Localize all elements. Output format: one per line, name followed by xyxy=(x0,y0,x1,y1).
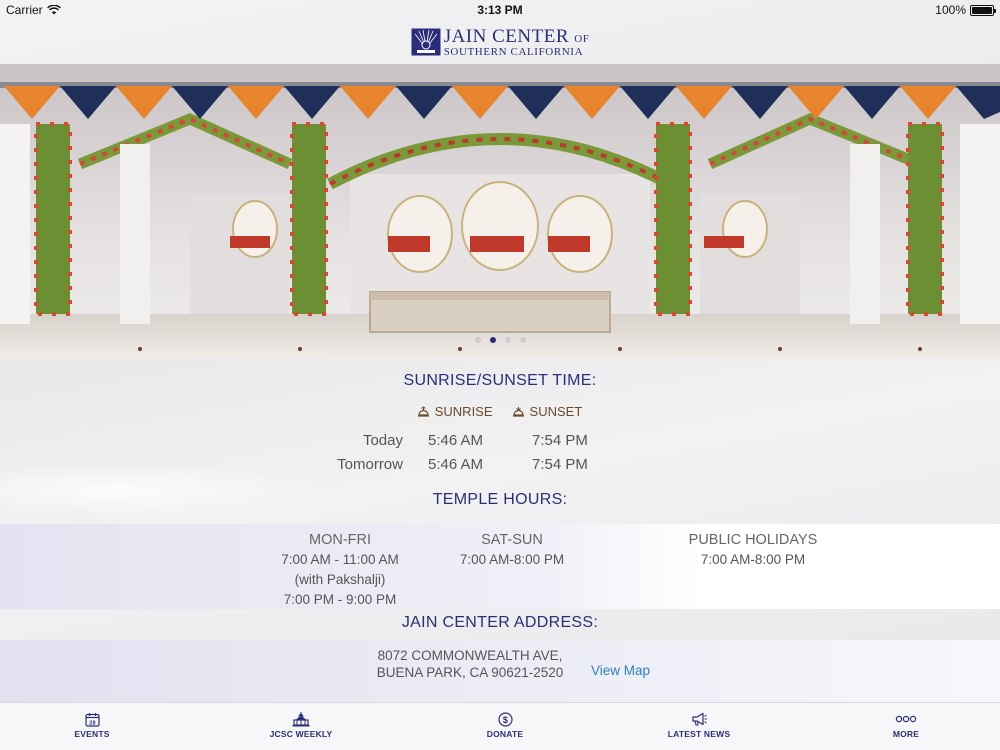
sunrise-legend-label: SUNRISE xyxy=(434,404,493,419)
hours-column-mon-fri: MON-FRI 7:00 AM - 11:00 AM (with Pakshal… xyxy=(260,530,420,610)
carousel-dot[interactable] xyxy=(519,337,526,343)
calendar-icon: 28 xyxy=(84,712,100,727)
address-line2: BUENA PARK, CA 90621-2520 xyxy=(376,665,564,680)
hours-column-heading: PUBLIC HOLIDAYS xyxy=(688,532,818,548)
carousel-dot[interactable] xyxy=(489,337,496,343)
battery-icon xyxy=(970,4,996,16)
sunrise-sunset-title: SUNRISE/SUNSET TIME: xyxy=(403,372,597,389)
carousel-dot[interactable] xyxy=(474,337,481,343)
dollar-icon: $ xyxy=(497,711,513,727)
tab-label: MORE xyxy=(892,729,920,739)
logo-subtitle: SOUTHERN CALIFORNIA xyxy=(443,45,584,58)
carousel-dot[interactable] xyxy=(504,337,511,343)
address-text: 8072 COMMONWEALTH AVE, BUENA PARK, CA 90… xyxy=(340,647,600,681)
sunrise-icon xyxy=(417,406,429,417)
hours-note: (with Pakshalji) xyxy=(294,572,386,587)
tab-jcsc-weekly[interactable]: JCSC WEEKLY xyxy=(241,711,361,739)
megaphone-icon xyxy=(691,712,707,726)
temple-icon xyxy=(292,712,310,727)
logo-title: JAIN CENTER OF xyxy=(443,25,590,47)
tab-label: LATEST NEWS xyxy=(667,729,731,739)
hours-column-sat-sun: SAT-SUN 7:00 AM-8:00 PM xyxy=(432,530,592,570)
sunset-time: 7:54 PM xyxy=(532,432,588,449)
tab-label: DONATE xyxy=(486,729,524,739)
status-bar: Carrier 3:13 PM 100% xyxy=(0,0,1000,20)
more-icon xyxy=(895,715,917,723)
battery-percent: 100% xyxy=(935,3,966,17)
sunset-legend-label: SUNSET xyxy=(529,404,583,419)
hours-line: 7:00 PM - 9:00 PM xyxy=(283,592,397,607)
sun-row-tomorrow: Tomorrow 5:46 AM 7:54 PM xyxy=(0,456,1000,480)
temple-hours-title: TEMPLE HOURS: xyxy=(432,491,568,508)
sunrise-time: 5:46 AM xyxy=(428,456,484,473)
tab-bar: 28 EVENTS JCSC WEEKLY $ DONATE LATEST NE… xyxy=(0,702,1000,750)
sun-row-today: Today 5:46 AM 7:54 PM xyxy=(0,432,1000,456)
tab-events[interactable]: 28 EVENTS xyxy=(32,711,152,739)
tab-more[interactable]: MORE xyxy=(846,711,966,739)
app-header: JAIN CENTER OF SOUTHERN CALIFORNIA xyxy=(0,20,1000,64)
hours-line: 7:00 AM - 11:00 AM xyxy=(281,552,399,567)
hours-line: 7:00 AM-8:00 PM xyxy=(459,552,565,567)
sun-times-table: Today 5:46 AM 7:54 PM Tomorrow 5:46 AM 7… xyxy=(0,432,1000,480)
sunset-legend: SUNSET xyxy=(512,404,583,419)
sunset-time: 7:54 PM xyxy=(532,456,588,473)
address-line1: 8072 COMMONWEALTH AVE, xyxy=(377,648,563,663)
address-title: JAIN CENTER ADDRESS: xyxy=(401,614,599,631)
carousel-page-indicator[interactable] xyxy=(0,337,1000,343)
tab-label: JCSC WEEKLY xyxy=(269,729,333,739)
tab-donate[interactable]: $ DONATE xyxy=(445,711,565,739)
battery-indicator: 100% xyxy=(935,3,996,17)
jcsc-logo[interactable]: JAIN CENTER OF SOUTHERN CALIFORNIA xyxy=(411,27,590,58)
svg-text:$: $ xyxy=(502,715,507,725)
view-map-link[interactable]: View Map xyxy=(591,663,650,678)
sun-row-label: Tomorrow xyxy=(337,456,403,473)
sun-row-label: Today xyxy=(362,432,403,449)
hours-column-heading: MON-FRI xyxy=(308,532,371,548)
sunrise-time: 5:46 AM xyxy=(428,432,484,449)
tab-label: EVENTS xyxy=(74,729,110,739)
hours-line: 7:00 AM-8:00 PM xyxy=(700,552,806,567)
temple-carousel-image[interactable] xyxy=(0,64,1000,359)
tab-latest-news[interactable]: LATEST NEWS xyxy=(639,711,759,739)
sunrise-legend: SUNRISE xyxy=(417,404,493,419)
logo-emblem-icon xyxy=(411,28,441,56)
hours-column-holidays: PUBLIC HOLIDAYS 7:00 AM-8:00 PM xyxy=(663,530,843,570)
svg-text:28: 28 xyxy=(89,720,96,726)
hours-column-heading: SAT-SUN xyxy=(481,532,543,548)
status-time: 3:13 PM xyxy=(477,3,523,17)
sun-legend: SUNRISE SUNSET xyxy=(0,404,1000,419)
sunset-icon xyxy=(512,407,524,417)
